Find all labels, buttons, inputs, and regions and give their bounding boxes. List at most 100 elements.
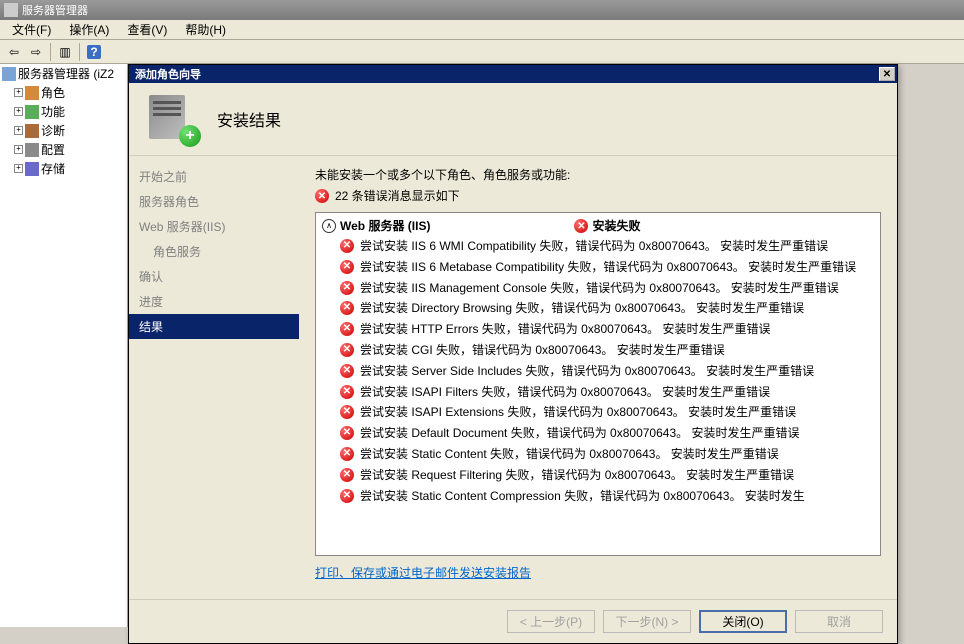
error-text: 尝试安装 HTTP Errors 失败，错误代码为 0x80070643。 安装… [360, 321, 771, 338]
app-icon [4, 3, 18, 17]
error-count-text: 22 条错误消息显示如下 [335, 187, 460, 204]
toolbar: ⇦ ⇨ ▥ ? [0, 40, 964, 64]
menu-file[interactable]: 文件(F) [4, 19, 59, 40]
toolbar-separator [50, 43, 51, 61]
tree-features[interactable]: + 功能 [0, 102, 127, 121]
error-text: 尝试安装 CGI 失败，错误代码为 0x80070643。 安装时发生严重错误 [360, 342, 725, 359]
error-icon: ✕ [340, 239, 354, 253]
error-icon: ✕ [340, 426, 354, 440]
error-item: ✕尝试安装 Request Filtering 失败，错误代码为 0x80070… [322, 465, 874, 486]
toolbar-separator [79, 43, 80, 61]
help-icon: ? [87, 45, 101, 59]
wizard-close-button[interactable]: ✕ [879, 67, 895, 81]
toolbar-help-button[interactable]: ? [84, 42, 104, 62]
error-text: 尝试安装 Server Side Includes 失败，错误代码为 0x800… [360, 363, 814, 380]
nav-before[interactable]: 开始之前 [129, 164, 299, 189]
error-item: ✕ 尝试安装 Default Document 失败，错误代码为 0x800706… [322, 423, 874, 444]
error-icon: ✕ [340, 468, 354, 482]
content-area: 添加角色向导 ✕ + 安装结果 开始之前 服务器角色 Web 服务器(IIS) [128, 64, 964, 627]
nav-results[interactable]: 结果 [129, 314, 299, 339]
error-icon: ✕ [340, 405, 354, 419]
tree-panel: 服务器管理器 (iZ2 + 角色 + 功能 + 诊断 + 配置 + 存储 [0, 64, 128, 627]
print-save-email-link[interactable]: 打印、保存或通过电子邮件发送安装报告 [315, 566, 531, 580]
error-item: ✕ 尝试安装 IIS 6 WMI Compatibility 失败，错误代码为 0… [322, 236, 874, 257]
expand-icon[interactable]: + [14, 88, 23, 97]
error-icon: ✕ [340, 385, 354, 399]
error-item: ✕ 尝试安装 ISAPI Filters 失败，错误代码为 0x80070643。… [322, 382, 874, 403]
tree-config[interactable]: + 配置 [0, 140, 127, 159]
error-icon: ✕ [340, 301, 354, 315]
close-icon: ✕ [883, 69, 891, 80]
error-text: 尝试安装 IIS 6 WMI Compatibility 失败，错误代码为 0x… [360, 238, 828, 255]
menu-action[interactable]: 操作(A) [61, 19, 117, 40]
tree-diag-label: 诊断 [41, 122, 65, 139]
error-text: 尝试安装 IIS 6 Metabase Compatibility 失败，错误代… [360, 259, 856, 276]
error-item: ✕尝试安装 IIS Management Console 失败，错误代码为 0x… [322, 278, 874, 299]
error-icon: ✕ [340, 281, 354, 295]
error-count-line: ✕ 22 条错误消息显示如下 [315, 187, 881, 204]
error-text: 尝试安装 ISAPI Filters 失败，错误代码为 0x80070643。 … [360, 384, 770, 401]
error-item: ✕ 尝试安装 IIS 6 Metabase Compatibility 失败，错误… [322, 257, 874, 278]
result-group-title: Web 服务器 (IIS) [340, 217, 430, 234]
cancel-button: 取消 [795, 610, 883, 633]
nav-iis[interactable]: Web 服务器(IIS) [129, 214, 299, 239]
error-text: 尝试安装 Default Document 失败，错误代码为 0x8007064… [360, 425, 799, 442]
error-text: 尝试安装 Static Content Compression 失败，错误代码为… [360, 488, 805, 505]
result-group-header[interactable]: ∧ Web 服务器 (IIS) ✕ 安装失败 [322, 215, 874, 236]
tree-features-label: 功能 [41, 103, 65, 120]
nav-role-services[interactable]: 角色服务 [129, 239, 299, 264]
error-text: 尝试安装 ISAPI Extensions 失败，错误代码为 0x8007064… [360, 404, 796, 421]
wizard-header-icon: + [149, 95, 197, 143]
error-icon: ✕ [340, 447, 354, 461]
tree-roles[interactable]: + 角色 [0, 83, 127, 102]
expand-icon[interactable]: + [14, 126, 23, 135]
server-icon [2, 67, 16, 81]
collapse-icon[interactable]: ∧ [322, 219, 336, 233]
wizard-heading: 安装结果 [217, 107, 281, 131]
error-text: 尝试安装 Static Content 失败，错误代码为 0x80070643。… [360, 446, 779, 463]
toolbar-back-button[interactable]: ⇦ [4, 42, 24, 62]
wizard-button-row: < 上一步(P) 下一步(N) > 关闭(O) 取消 [129, 599, 897, 643]
result-scroll[interactable]: ∧ Web 服务器 (IIS) ✕ 安装失败 ✕ 尝试安装 IIS 6 WMI C… [316, 213, 880, 555]
storage-icon [25, 162, 39, 176]
close-button[interactable]: 关闭(O) [699, 610, 787, 633]
tree-diag[interactable]: + 诊断 [0, 121, 127, 140]
tree-config-label: 配置 [41, 141, 65, 158]
wizard-title-text: 添加角色向导 [135, 66, 201, 82]
wizard-nav: 开始之前 服务器角色 Web 服务器(IIS) 角色服务 确认 进度 结果 [129, 156, 299, 599]
toolbar-show-hide-button[interactable]: ▥ [55, 42, 75, 62]
tree-root-label: 服务器管理器 (iZ2 [18, 65, 114, 82]
menu-help[interactable]: 帮助(H) [177, 19, 234, 40]
menu-view[interactable]: 查看(V) [119, 19, 175, 40]
error-item: ✕ 尝试安装 Static Content 失败，错误代码为 0x80070643… [322, 444, 874, 465]
roles-icon [25, 86, 39, 100]
error-item: ✕尝试安装 Server Side Includes 失败，错误代码为 0x80… [322, 361, 874, 382]
result-list-box: ∧ Web 服务器 (IIS) ✕ 安装失败 ✕ 尝试安装 IIS 6 WMI C… [315, 212, 881, 556]
error-text: 尝试安装 Directory Browsing 失败，错误代码为 0x80070… [360, 300, 804, 317]
error-icon: ✕ [574, 219, 588, 233]
tree-storage[interactable]: + 存储 [0, 159, 127, 178]
error-icon: ✕ [340, 260, 354, 274]
expand-icon[interactable]: + [14, 145, 23, 154]
tree-root[interactable]: 服务器管理器 (iZ2 [0, 64, 127, 83]
error-item: ✕尝试安装 HTTP Errors 失败，错误代码为 0x80070643。 安… [322, 319, 874, 340]
toolbar-forward-button[interactable]: ⇨ [26, 42, 46, 62]
error-icon: ✕ [315, 189, 329, 203]
tree-roles-label: 角色 [41, 84, 65, 101]
expand-icon[interactable]: + [14, 164, 23, 173]
plus-badge-icon: + [179, 125, 201, 147]
nav-confirm[interactable]: 确认 [129, 264, 299, 289]
back-button: < 上一步(P) [507, 610, 595, 633]
menu-bar: 文件(F) 操作(A) 查看(V) 帮助(H) [0, 20, 964, 40]
tree-storage-label: 存储 [41, 160, 65, 177]
error-item: ✕尝试安装 CGI 失败，错误代码为 0x80070643。 安装时发生严重错误 [322, 340, 874, 361]
wizard-content: 未能安装一个或多个以下角色、角色服务或功能: ✕ 22 条错误消息显示如下 ∧ … [299, 156, 897, 599]
wizard-title-bar[interactable]: 添加角色向导 ✕ [129, 65, 897, 83]
config-icon [25, 143, 39, 157]
nav-server-roles[interactable]: 服务器角色 [129, 189, 299, 214]
expand-icon[interactable]: + [14, 107, 23, 116]
main-window-title-bar: 服务器管理器 [0, 0, 964, 20]
nav-progress[interactable]: 进度 [129, 289, 299, 314]
error-item: ✕ 尝试安装 Directory Browsing 失败，错误代码为 0x8007… [322, 298, 874, 319]
features-icon [25, 105, 39, 119]
